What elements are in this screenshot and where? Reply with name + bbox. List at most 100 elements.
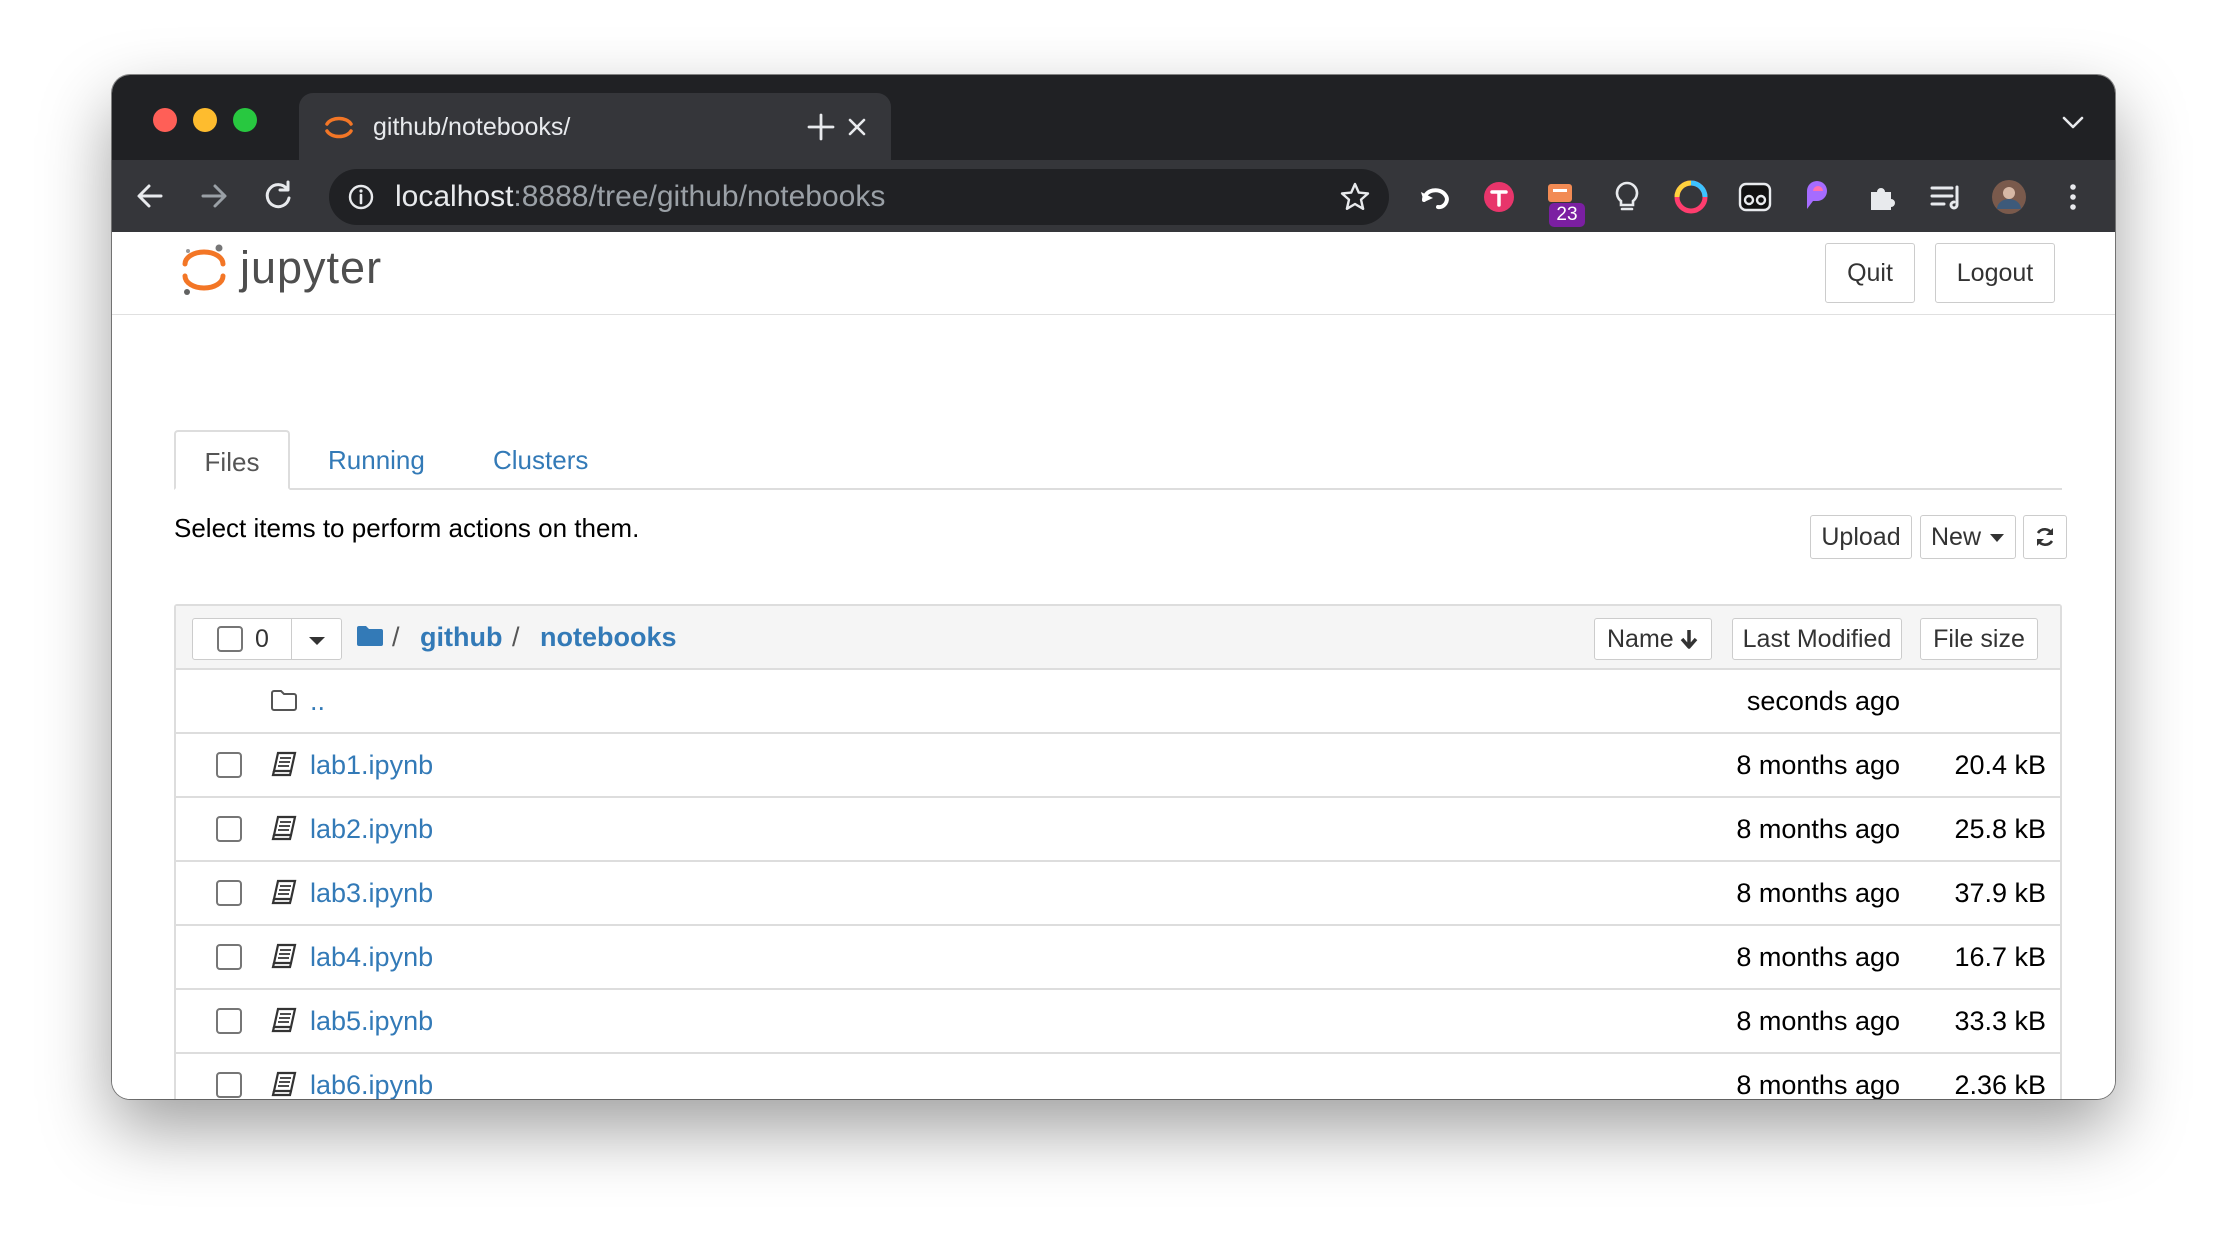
lightbulb-extension-icon[interactable]	[1608, 178, 1646, 216]
file-list-header: 0 / github / notebooks Name Last Modifie…	[176, 606, 2060, 670]
tab-close-icon[interactable]	[843, 113, 871, 141]
profile-avatar-icon[interactable]	[1990, 178, 2028, 216]
todoist-extension-icon[interactable]	[1480, 178, 1518, 216]
new-dropdown-button[interactable]: New	[1920, 515, 2016, 559]
file-modified: 8 months ago	[1736, 1006, 1900, 1036]
notebook-icon	[271, 943, 297, 969]
bookmark-star-icon[interactable]	[1339, 181, 1371, 213]
reload-icon[interactable]	[260, 178, 296, 214]
file-name-link[interactable]: lab1.ipynb	[310, 748, 433, 782]
file-size: 37.9 kB	[1954, 878, 2046, 908]
color-picker-extension-icon[interactable]	[1672, 178, 1710, 216]
tab-files[interactable]: Files	[174, 430, 290, 490]
row-checkbox[interactable]	[216, 944, 242, 970]
notebook-icon	[271, 751, 297, 777]
list-item[interactable]: lab3.ipynb 8 months ago 37.9 kB	[176, 862, 2060, 926]
folder-outline-icon	[271, 690, 297, 711]
caret-down-icon[interactable]	[307, 635, 327, 647]
file-size: 33.3 kB	[1954, 1006, 2046, 1036]
zoom-window-button[interactable]	[233, 108, 257, 132]
tab-title: github/notebooks/	[373, 113, 571, 141]
breadcrumb-notebooks[interactable]: notebooks	[540, 620, 677, 654]
instructions-text: Select items to perform actions on them.	[174, 513, 640, 543]
notebook-icon	[271, 879, 297, 905]
back-arrow-icon[interactable]	[132, 178, 168, 214]
new-tab-icon[interactable]	[804, 110, 838, 144]
file-name-link[interactable]: lab4.ipynb	[310, 940, 433, 974]
folder-icon[interactable]	[356, 625, 384, 647]
file-modified: 8 months ago	[1736, 814, 1900, 844]
row-checkbox[interactable]	[216, 1008, 242, 1034]
row-checkbox[interactable]	[216, 880, 242, 906]
jupyter-logo-icon[interactable]	[181, 242, 227, 298]
breadcrumb-separator: /	[392, 622, 400, 652]
file-modified: 8 months ago	[1736, 878, 1900, 908]
file-name-link[interactable]: lab2.ipynb	[310, 812, 433, 846]
file-list: 0 / github / notebooks Name Last Modifie…	[174, 604, 2062, 1099]
url-text[interactable]: localhost:8888/tree/github/notebooks	[395, 181, 885, 213]
upload-button[interactable]: Upload	[1810, 515, 1912, 559]
logout-button[interactable]: Logout	[1935, 243, 2055, 303]
list-item[interactable]: lab5.ipynb 8 months ago 33.3 kB	[176, 990, 2060, 1054]
site-info-icon[interactable]	[347, 183, 375, 211]
extension-badge: 23	[1549, 203, 1585, 227]
arrow-down-icon	[1680, 630, 1698, 649]
list-item[interactable]: lab2.ipynb 8 months ago 25.8 kB	[176, 798, 2060, 862]
select-all-dropdown[interactable]: 0	[192, 618, 342, 660]
notebook-icon	[271, 1071, 297, 1097]
notebook-icon	[271, 1007, 297, 1033]
browser-tab[interactable]: github/notebooks/	[299, 93, 891, 160]
glasses-extension-icon[interactable]	[1736, 178, 1774, 216]
selected-count: 0	[255, 625, 269, 653]
list-item-parent-dir[interactable]: .. seconds ago	[176, 670, 2060, 734]
tab-strip: github/notebooks/	[112, 75, 2115, 160]
sort-by-file-size-button[interactable]: File size	[1920, 618, 2038, 660]
purple-extension-icon[interactable]	[1799, 178, 1837, 216]
jupyter-favicon-icon	[325, 116, 353, 139]
file-name-link[interactable]: lab3.ipynb	[310, 876, 433, 910]
caret-down-icon	[1990, 534, 2004, 542]
refresh-icon	[2036, 528, 2054, 546]
select-divider	[291, 619, 292, 659]
undo-extension-icon[interactable]	[1416, 178, 1454, 216]
select-all-checkbox[interactable]	[217, 626, 243, 652]
url-host: localhost	[395, 180, 514, 213]
jupyter-header: jupyter Quit Logout	[112, 232, 2115, 315]
quit-button[interactable]: Quit	[1825, 243, 1915, 303]
address-bar[interactable]: localhost:8888/tree/github/notebooks	[329, 169, 1389, 225]
file-size: 20.4 kB	[1954, 750, 2046, 780]
sort-by-last-modified-button[interactable]: Last Modified	[1732, 618, 1902, 660]
tab-search-chevron-icon[interactable]	[2059, 113, 2087, 133]
forward-arrow-icon[interactable]	[196, 178, 232, 214]
reading-list-icon[interactable]	[1927, 178, 1965, 216]
file-name-link[interactable]: lab6.ipynb	[310, 1068, 433, 1099]
list-item[interactable]: lab6.ipynb 8 months ago 2.36 kB	[176, 1054, 2060, 1099]
minimize-window-button[interactable]	[193, 108, 217, 132]
file-modified: 8 months ago	[1736, 942, 1900, 972]
parent-dir-modified: seconds ago	[1746, 686, 1900, 716]
file-size: 25.8 kB	[1954, 814, 2046, 844]
browser-window: github / notebooks / localhost:8888/tree/gi…	[112, 75, 2115, 1099]
parent-dir-link[interactable]: ..	[310, 684, 325, 718]
row-checkbox[interactable]	[216, 1072, 242, 1098]
file-name-link[interactable]: lab5.ipynb	[310, 1004, 433, 1038]
url-path: :8888/tree/github/notebooks	[513, 180, 886, 213]
browser-menu-icon[interactable]	[2054, 178, 2092, 216]
breadcrumb-separator: /	[512, 622, 520, 652]
row-checkbox[interactable]	[216, 752, 242, 778]
list-item[interactable]: lab1.ipynb 8 months ago 20.4 kB	[176, 734, 2060, 798]
puzzle-extensions-icon[interactable]	[1863, 178, 1901, 216]
jupyter-logo-text[interactable]: jupyter	[240, 240, 382, 296]
close-window-button[interactable]	[153, 108, 177, 132]
tab-running[interactable]: Running	[328, 430, 425, 490]
sort-by-name-button[interactable]: Name	[1594, 618, 1712, 660]
tab-clusters[interactable]: Clusters	[493, 430, 588, 490]
row-checkbox[interactable]	[216, 816, 242, 842]
list-item[interactable]: lab4.ipynb 8 months ago 16.7 kB	[176, 926, 2060, 990]
breadcrumb-github[interactable]: github	[420, 620, 502, 654]
tabs-divider	[174, 488, 2062, 490]
file-modified: 8 months ago	[1736, 1070, 1900, 1099]
file-modified: 8 months ago	[1736, 750, 1900, 780]
refresh-button[interactable]	[2023, 515, 2067, 559]
file-size: 2.36 kB	[1954, 1070, 2046, 1099]
